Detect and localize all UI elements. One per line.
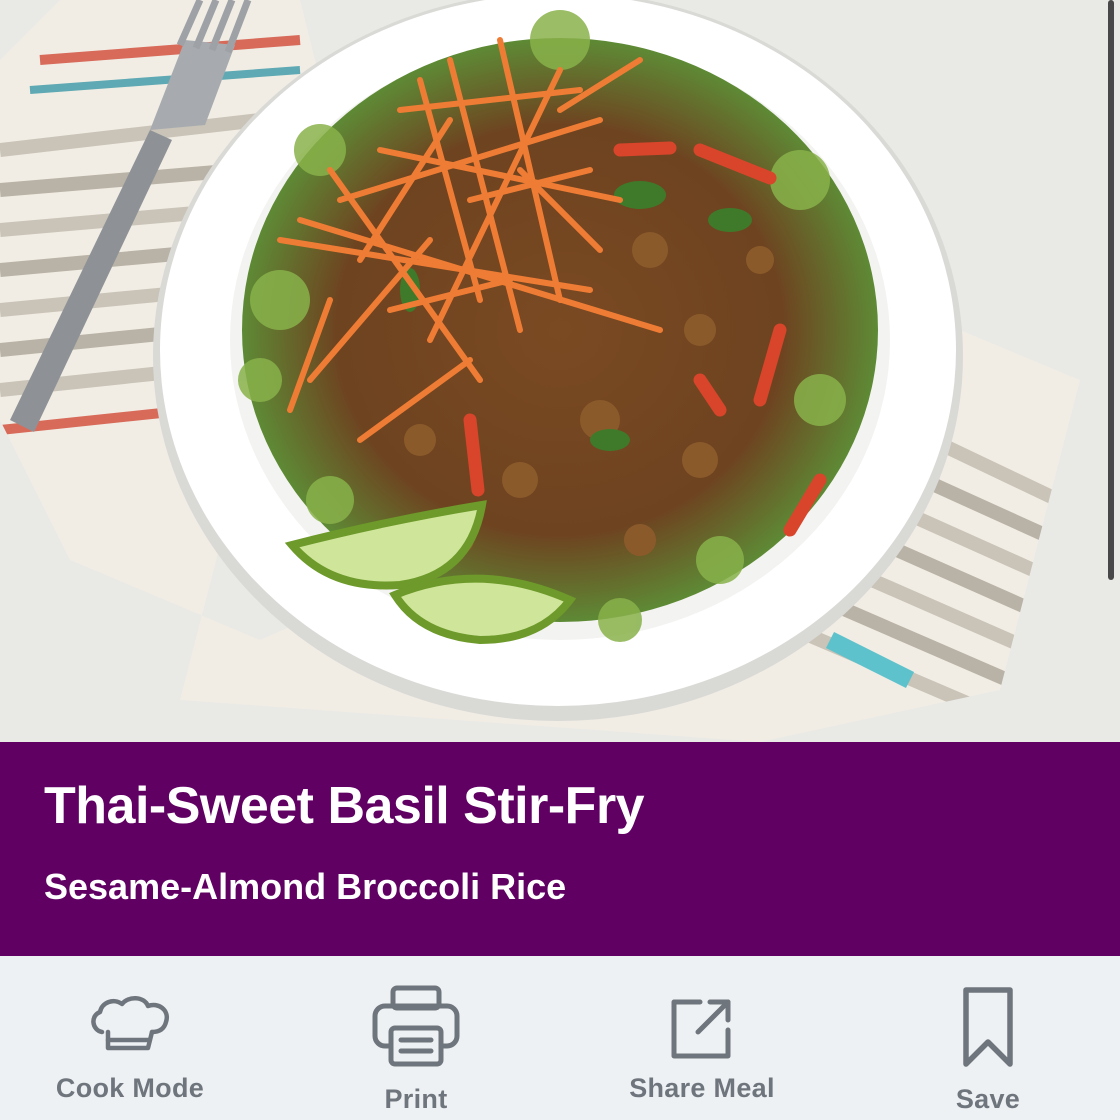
recipe-subtitle: Sesame-Almond Broccoli Rice [44, 866, 567, 907]
printer-icon [371, 984, 461, 1073]
recipe-title-band [0, 742, 1120, 956]
save-button[interactable]: Save [888, 956, 1088, 1120]
scrollbar[interactable] [1108, 0, 1114, 580]
print-label: Print [384, 1084, 448, 1114]
save-label: Save [955, 1084, 1021, 1114]
cook-mode-button[interactable]: Cook Mode [30, 956, 230, 1120]
print-button[interactable]: Print [316, 956, 516, 1120]
share-icon [670, 996, 734, 1065]
recipe-hero-image [0, 0, 1120, 742]
bookmark-icon [960, 986, 1016, 1075]
share-meal-button[interactable]: Share Meal [602, 956, 802, 1120]
food-photo [0, 0, 1120, 742]
recipe-title: Thai-Sweet Basil Stir-Fry [44, 777, 645, 835]
chef-hat-icon [88, 994, 172, 1063]
recipe-action-bar: Cook Mode Print Share Meal Save [0, 956, 1120, 1120]
share-meal-label: Share Meal [629, 1073, 775, 1103]
cook-mode-label: Cook Mode [55, 1073, 205, 1103]
